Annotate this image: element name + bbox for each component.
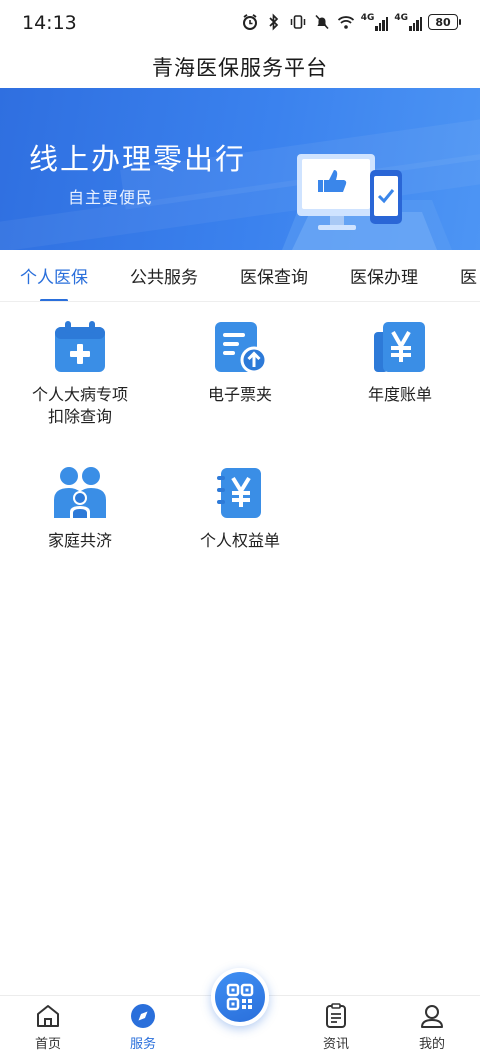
promo-banner[interactable]: 线上办理零出行 自主更便民 <box>0 88 480 250</box>
cellular-signal-2-icon: 4G <box>394 13 422 31</box>
e-invoice-icon <box>215 322 268 374</box>
nav-news[interactable]: 资讯 <box>296 1002 376 1052</box>
tab-insurance-query[interactable]: 医保查询 <box>240 263 308 288</box>
tab-insurance-handling[interactable]: 医保办理 <box>350 263 418 288</box>
bluetooth-icon <box>269 13 278 31</box>
nav-service-label: 服务 <box>129 1037 156 1052</box>
signal-1-label: 4G <box>360 13 375 23</box>
home-icon <box>37 1005 59 1027</box>
service-label: 年度账单 <box>367 385 432 404</box>
title-bar: 青海医保服务平台 <box>0 46 480 88</box>
nav-news-label: 资讯 <box>322 1037 349 1052</box>
service-label: 电子票夹 <box>207 385 272 404</box>
status-bar: 14:13 4G 4G 80 <box>0 0 480 46</box>
service-label: 家庭共济 <box>47 531 112 550</box>
category-tabs: 个人医保 公共服务 医保查询 医保办理 医 <box>0 250 480 302</box>
service-label: 个人大病专项 扣除查询 <box>5 384 155 428</box>
tab-more-partial[interactable]: 医 <box>460 263 477 288</box>
service-critical-illness-deduction[interactable]: 个人大病专项 扣除查询 <box>0 318 160 428</box>
calendar-plus-icon <box>55 321 105 372</box>
service-annual-bill[interactable]: 年度账单 <box>320 318 480 406</box>
nav-mine-label: 我的 <box>418 1037 445 1052</box>
nav-home[interactable]: 首页 <box>8 1002 88 1052</box>
computer-phone-illustration <box>282 154 452 250</box>
signal-2-label: 4G <box>394 13 408 23</box>
compass-icon <box>131 1004 155 1028</box>
service-family-mutual-aid[interactable]: 家庭共济 <box>0 464 160 552</box>
banner-headline: 线上办理零出行 <box>29 142 247 176</box>
wifi-icon <box>337 16 354 29</box>
service-e-invoice[interactable]: 电子票夹 <box>160 318 320 406</box>
nav-home-label: 首页 <box>34 1037 61 1052</box>
tab-personal-insurance[interactable]: 个人医保 <box>20 263 88 301</box>
service-personal-rights[interactable]: 个人权益单 <box>160 464 320 552</box>
mute-bell-icon <box>315 14 329 30</box>
user-icon <box>421 1005 443 1028</box>
yuan-book-icon <box>217 468 261 518</box>
service-label-line2: 扣除查询 <box>47 407 112 426</box>
qr-code-icon <box>226 983 254 1011</box>
nav-mine[interactable]: 我的 <box>392 1002 472 1052</box>
service-label: 个人权益单 <box>199 531 280 550</box>
cellular-signal-1-icon: 4G <box>361 13 389 31</box>
nav-service[interactable]: 服务 <box>103 1002 183 1052</box>
page-title: 青海医保服务平台 <box>152 56 328 80</box>
status-time: 14:13 <box>22 12 77 34</box>
service-label-line1: 个人大病专项 <box>31 385 128 404</box>
tab-public-service[interactable]: 公共服务 <box>130 263 198 288</box>
vibrate-icon <box>290 15 305 29</box>
battery-indicator: 80 <box>428 14 461 30</box>
status-icons: 4G 4G 80 <box>241 13 461 31</box>
annual-bill-icon <box>374 322 425 372</box>
alarm-icon <box>242 14 257 30</box>
clipboard-icon <box>326 1003 346 1028</box>
banner-subtitle: 自主更便民 <box>68 188 154 207</box>
scan-qr-button[interactable] <box>211 968 269 1026</box>
family-icon <box>54 467 106 518</box>
